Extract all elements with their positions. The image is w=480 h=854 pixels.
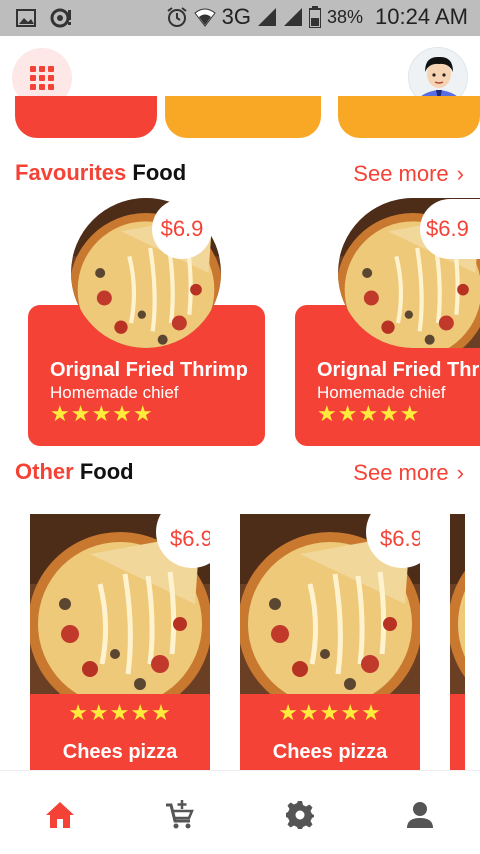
status-bar: 3G 38% 10:24 AM bbox=[0, 0, 480, 36]
category-chip[interactable] bbox=[15, 96, 157, 138]
rating-stars: ★★★★★ bbox=[317, 401, 421, 426]
see-more-label: See more bbox=[353, 460, 449, 485]
notification-icons bbox=[16, 8, 72, 28]
nav-settings[interactable] bbox=[280, 795, 320, 835]
food-image bbox=[450, 514, 465, 694]
nav-profile[interactable] bbox=[400, 795, 440, 835]
price-badge: $6.9 bbox=[420, 199, 480, 259]
other-food-card-partial[interactable] bbox=[450, 514, 465, 770]
food-image: $6.9 bbox=[240, 514, 420, 694]
app-notification-icon bbox=[50, 8, 71, 28]
home-icon bbox=[46, 802, 74, 828]
signal-icon-2 bbox=[284, 8, 303, 26]
food-name: Chees pizza bbox=[62, 741, 178, 763]
other-food-card[interactable]: $6.9 ★★★★★ Chees pizza bbox=[240, 514, 420, 770]
battery-level: 38% bbox=[327, 6, 364, 27]
section-title-plain: Food bbox=[79, 459, 134, 484]
alarm-icon bbox=[167, 7, 187, 27]
food-name: Orignal Fried Thrimp bbox=[317, 359, 480, 381]
other-food-card[interactable]: $6.9 ★★★★★ Chees pizza bbox=[30, 514, 210, 770]
see-more-label: See more bbox=[353, 161, 449, 186]
profile-icon bbox=[407, 802, 433, 828]
other-section-title: Other Food bbox=[15, 459, 134, 485]
food-subtitle: Homemade chief bbox=[50, 383, 179, 402]
rating-stars: ★★★★★ bbox=[68, 700, 172, 725]
grid-menu-icon bbox=[30, 66, 54, 90]
card-footer bbox=[450, 694, 465, 770]
battery-icon bbox=[309, 6, 322, 28]
card-footer: ★★★★★ Chees pizza bbox=[240, 694, 420, 770]
favourites-section-title: Favourites Food bbox=[15, 160, 186, 186]
section-title-accent: Favourites bbox=[15, 160, 127, 185]
section-title-plain: Food bbox=[132, 160, 187, 185]
status-indicators: 3G 38% 10:24 AM bbox=[166, 4, 468, 30]
other-see-more-link[interactable]: See more › bbox=[353, 460, 464, 486]
nav-cart[interactable] bbox=[160, 795, 200, 835]
food-image: $6.9 bbox=[30, 514, 210, 694]
chevron-right-icon: › bbox=[456, 460, 464, 485]
chevron-right-icon: › bbox=[456, 161, 464, 186]
card-footer: ★★★★★ Chees pizza bbox=[30, 694, 210, 770]
favourites-see-more-link[interactable]: See more › bbox=[353, 161, 464, 187]
bottom-navigation bbox=[0, 770, 480, 854]
network-type: 3G bbox=[221, 4, 252, 29]
nav-home[interactable] bbox=[40, 795, 80, 835]
category-chip[interactable] bbox=[165, 96, 321, 138]
gallery-notification-icon bbox=[16, 9, 36, 27]
rating-stars: ★★★★★ bbox=[278, 700, 382, 725]
add-to-cart-icon bbox=[166, 800, 194, 829]
category-chip[interactable] bbox=[338, 96, 480, 138]
food-name: Orignal Fried Thrimp bbox=[50, 359, 248, 381]
signal-icon bbox=[258, 8, 277, 26]
settings-icon bbox=[286, 801, 314, 829]
food-name: Chees pizza bbox=[272, 741, 388, 763]
wifi-icon bbox=[193, 8, 216, 27]
rating-stars: ★★★★★ bbox=[50, 401, 154, 426]
section-title-accent: Other bbox=[15, 459, 74, 484]
clock: 10:24 AM bbox=[375, 4, 468, 29]
price-badge: $6.9 bbox=[152, 199, 212, 259]
food-subtitle: Homemade chief bbox=[317, 383, 446, 402]
